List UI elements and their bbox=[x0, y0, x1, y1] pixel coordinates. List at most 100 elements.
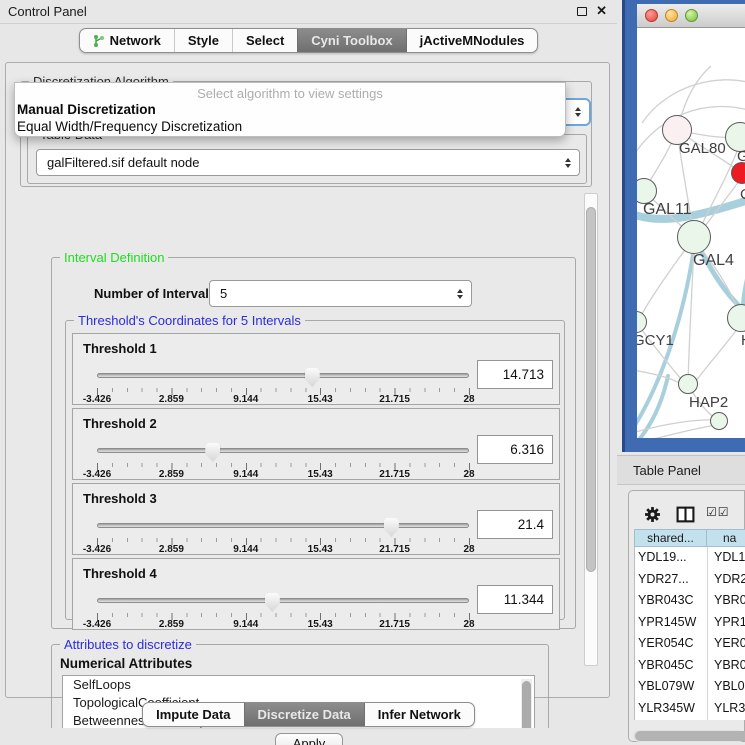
slider-thumb[interactable] bbox=[384, 518, 399, 537]
table-row[interactable]: YER054CYER0 bbox=[635, 633, 745, 655]
number-of-intervals-label: Number of Intervals bbox=[94, 286, 216, 301]
tab-select[interactable]: Select bbox=[232, 29, 297, 52]
table-row[interactable]: YDR27...YDR2 bbox=[635, 569, 745, 591]
cell-shared-name[interactable]: YBR045C bbox=[635, 655, 708, 677]
slider-track[interactable] bbox=[97, 523, 469, 528]
table-body[interactable]: YDL19...YDL1 YDR27...YDR2 YBR043CYBR0 YP… bbox=[634, 547, 745, 720]
panel-scrollbar-thumb[interactable] bbox=[586, 207, 596, 572]
slider-track[interactable] bbox=[97, 373, 469, 378]
tab-cyni-toolbox[interactable]: Cyni Toolbox bbox=[297, 29, 405, 52]
threshold-1-panel: Threshold 1 -3.426 2.859 9.144 15.43 21.… bbox=[72, 333, 560, 405]
cell-shared-name[interactable]: YPR145W bbox=[635, 612, 708, 634]
threshold-2-panel: Threshold 2 -3.426 2.859 9.144 15.43 21.… bbox=[72, 408, 560, 480]
tick-label: 9.144 bbox=[233, 394, 258, 405]
threshold-2-value-field[interactable]: 6.316 bbox=[477, 435, 553, 464]
cell-shared-name[interactable]: YDL19... bbox=[635, 547, 708, 569]
split-columns-icon[interactable] bbox=[676, 506, 695, 523]
cell-name[interactable]: YIL0 bbox=[708, 719, 745, 720]
table-row[interactable]: YLR345WYLR3 bbox=[635, 698, 745, 720]
table-header-row: shared... na bbox=[634, 529, 745, 547]
number-of-intervals-combobox[interactable]: 5 bbox=[209, 280, 472, 307]
algorithm-option-manual[interactable]: Manual Discretization bbox=[15, 101, 565, 118]
minimize-traffic-light-icon[interactable] bbox=[665, 9, 678, 22]
column-header-name[interactable]: na bbox=[707, 529, 745, 547]
tab-cyni-toolbox-label: Cyni Toolbox bbox=[311, 33, 392, 48]
list-item[interactable]: SelfLoops bbox=[63, 676, 534, 694]
threshold-1-label: Threshold 1 bbox=[83, 341, 157, 356]
node-label-g-partial: G. bbox=[737, 148, 745, 165]
table-data-combobox[interactable]: galFiltered.sif default node bbox=[36, 149, 580, 176]
node-label-c-partial: C bbox=[740, 186, 745, 203]
threshold-1-slider[interactable]: -3.426 2.859 9.144 15.43 21.715 28 bbox=[97, 367, 469, 405]
table-row[interactable]: YDL19...YDL1 bbox=[635, 547, 745, 569]
tab-select-label: Select bbox=[246, 33, 284, 48]
interval-definition-group: Interval Definition Number of Intervals … bbox=[51, 257, 576, 629]
cell-shared-name[interactable]: YER054C bbox=[635, 633, 708, 655]
select-columns-checkboxes-icon[interactable]: ☑☑ bbox=[706, 505, 730, 519]
tab-style[interactable]: Style bbox=[174, 29, 232, 52]
algorithm-option-equal-width[interactable]: Equal Width/Frequency Discretization bbox=[15, 118, 565, 135]
float-window-icon[interactable] bbox=[577, 7, 587, 16]
network-canvas[interactable]: GAL80 G. C GAL11 GAL4 GCY1 H HAP2 bbox=[637, 28, 745, 438]
table-horizontal-scrollbar[interactable] bbox=[633, 730, 745, 742]
slider-thumb[interactable] bbox=[265, 593, 280, 612]
threshold-2-slider[interactable]: -3.426 2.859 9.144 15.43 21.715 28 bbox=[97, 442, 469, 480]
panel-scrollbar[interactable] bbox=[584, 193, 598, 666]
cell-name[interactable]: YDR2 bbox=[708, 569, 745, 591]
cell-shared-name[interactable]: YIL052C bbox=[635, 719, 708, 720]
slider-thumb[interactable] bbox=[305, 368, 320, 387]
threshold-3-panel: Threshold 3 -3.426 2.859 9.144 15.43 21.… bbox=[72, 483, 560, 555]
zoom-traffic-light-icon[interactable] bbox=[685, 9, 698, 22]
tab-infer-network[interactable]: Infer Network bbox=[364, 703, 474, 726]
cell-name[interactable]: YBR0 bbox=[708, 655, 745, 677]
cell-name[interactable]: YPR1 bbox=[708, 612, 745, 634]
apply-button[interactable]: Apply bbox=[275, 733, 343, 745]
cell-name[interactable]: YBL0 bbox=[708, 676, 745, 698]
table-row[interactable]: YIL052CYIL0 bbox=[635, 719, 745, 720]
tick-label: 28 bbox=[463, 544, 474, 555]
threshold-3-label: Threshold 3 bbox=[83, 491, 157, 506]
threshold-1-value-field[interactable]: 14.713 bbox=[477, 360, 553, 389]
tick-label: 2.859 bbox=[159, 394, 184, 405]
cell-name[interactable]: YDL1 bbox=[708, 547, 745, 569]
close-icon[interactable]: ✕ bbox=[596, 3, 607, 19]
slider-thumb[interactable] bbox=[205, 443, 220, 462]
control-panel-tab-bar: Network Style Select Cyni Toolbox jActiv… bbox=[0, 28, 617, 53]
threshold-4-value-field[interactable]: 11.344 bbox=[477, 585, 553, 614]
threshold-3-value-field[interactable]: 21.4 bbox=[477, 510, 553, 539]
close-traffic-light-icon[interactable] bbox=[645, 9, 658, 22]
slider-major-ticks bbox=[97, 388, 471, 395]
network-node-gal4[interactable] bbox=[677, 220, 711, 254]
tick-label: 21.715 bbox=[379, 544, 410, 555]
tab-network-label: Network bbox=[110, 33, 161, 48]
cell-shared-name[interactable]: YBR043C bbox=[635, 590, 708, 612]
cell-shared-name[interactable]: YDR27... bbox=[635, 569, 708, 591]
threshold-4-slider[interactable]: -3.426 2.859 9.144 15.43 21.715 28 bbox=[97, 592, 469, 630]
attributes-legend: Attributes to discretize bbox=[60, 637, 196, 652]
network-node-hap2[interactable] bbox=[678, 374, 698, 394]
column-header-shared-name[interactable]: shared... bbox=[634, 529, 707, 547]
cell-shared-name[interactable]: YLR345W bbox=[635, 698, 708, 720]
tab-impute-data-label: Impute Data bbox=[156, 707, 230, 722]
gear-icon[interactable] bbox=[644, 506, 661, 523]
slider-track[interactable] bbox=[97, 448, 469, 453]
tab-impute-data[interactable]: Impute Data bbox=[143, 703, 243, 726]
network-node-bottom[interactable] bbox=[710, 412, 728, 430]
table-row[interactable]: YBL079WYBL0 bbox=[635, 676, 745, 698]
network-icon bbox=[93, 34, 105, 48]
cell-shared-name[interactable]: YBL079W bbox=[635, 676, 708, 698]
cell-name[interactable]: YBR0 bbox=[708, 590, 745, 612]
tab-discretize-data[interactable]: Discretize Data bbox=[244, 703, 364, 726]
tab-network[interactable]: Network bbox=[80, 29, 174, 52]
cell-name[interactable]: YLR3 bbox=[708, 698, 745, 720]
table-row[interactable]: YBR043CYBR0 bbox=[635, 590, 745, 612]
slider-major-ticks bbox=[97, 613, 471, 620]
tab-jactivemnodules[interactable]: jActiveMNodules bbox=[406, 29, 538, 52]
slider-track[interactable] bbox=[97, 598, 469, 603]
table-row[interactable]: YPR145WYPR1 bbox=[635, 612, 745, 634]
table-row[interactable]: YBR045CYBR0 bbox=[635, 655, 745, 677]
threshold-3-slider[interactable]: -3.426 2.859 9.144 15.43 21.715 28 bbox=[97, 517, 469, 555]
table-hscrollbar-thumb[interactable] bbox=[635, 731, 745, 741]
table-panel-window: ☑☑ shared... na YDL19...YDL1 YDR27...YDR… bbox=[628, 490, 745, 742]
cell-name[interactable]: YER0 bbox=[708, 633, 745, 655]
